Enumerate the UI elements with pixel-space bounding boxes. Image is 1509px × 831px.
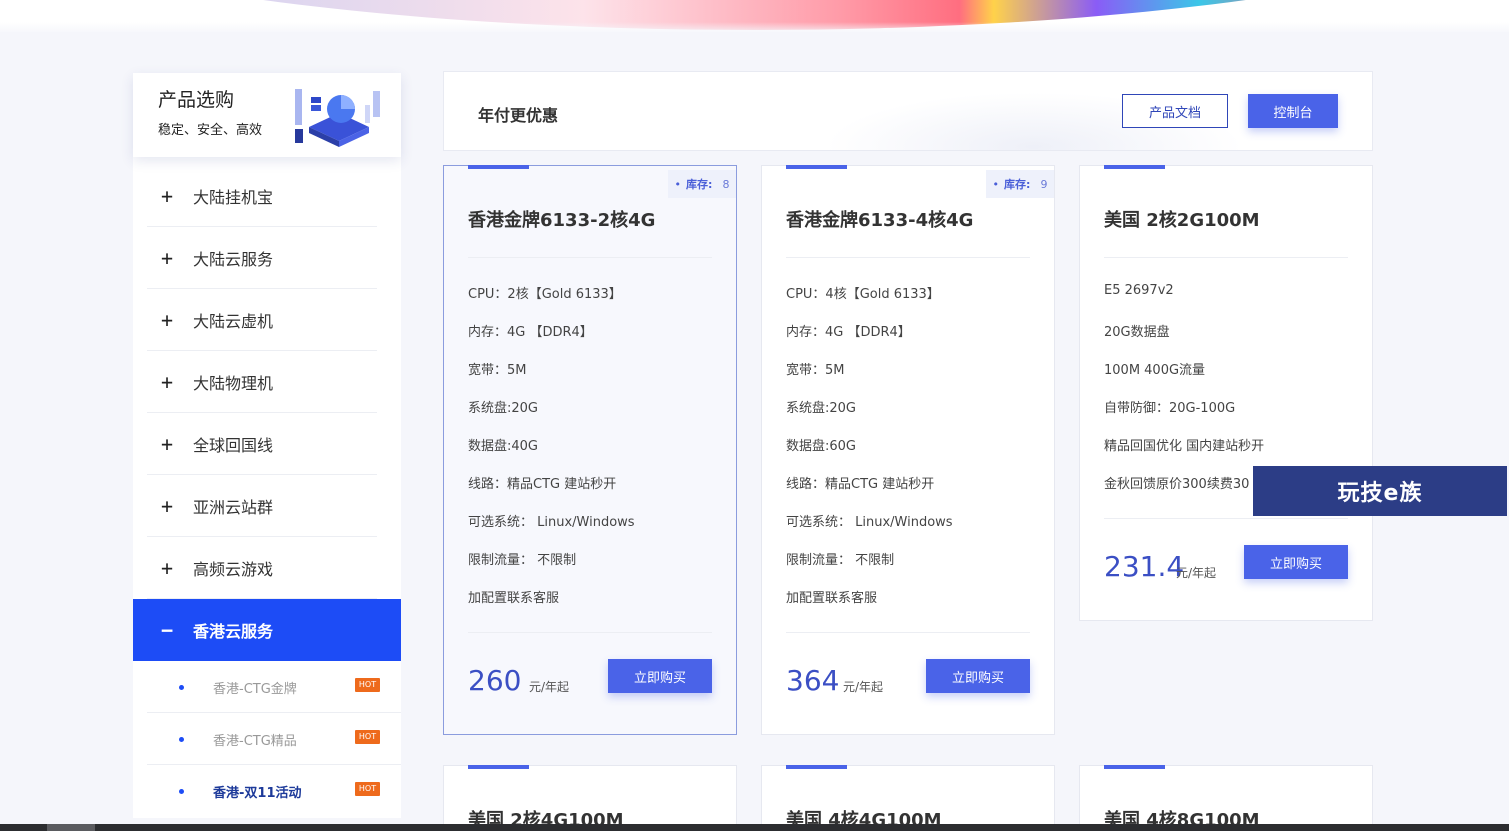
sidebar-item-label: 亚洲云站群 (193, 498, 274, 517)
product-sidebar: 产品选购 稳定、安全、高效 + 大陆挂机宝 + 大陆云服务 + 大陆云虚机 + … (133, 73, 401, 818)
sidebar-menu: + 大陆挂机宝 + 大陆云服务 + 大陆云虚机 + 大陆物理机 + 全球回国线 … (133, 165, 401, 817)
horizontal-scrollbar[interactable] (0, 824, 1509, 831)
spec-item: 加配置联系客服 (468, 591, 560, 606)
buy-now-button[interactable]: 立即购买 (926, 659, 1030, 693)
spec-item: 金秋回馈原价300续费30 (1104, 477, 1250, 492)
product-card: • 库存: 8 香港金牌6133-2核4G CPU：2核【Gold 6133】 内存… (443, 165, 737, 735)
spec-item: 宽带：5M (468, 363, 527, 378)
expand-icon: + (161, 246, 174, 270)
buy-now-button[interactable]: 立即购买 (608, 659, 712, 693)
sidebar-item-mainland-cloud[interactable]: + 大陆云服务 (133, 227, 401, 289)
product-card: 美国 4核8G100M (1079, 765, 1373, 831)
sidebar-item-mainland-hosting[interactable]: + 大陆挂机宝 (133, 165, 401, 227)
stock-count: 8 (722, 177, 730, 191)
sidebar-item-label: 大陆物理机 (193, 374, 274, 393)
sidebar-item-mainland-vhost[interactable]: + 大陆云虚机 (133, 289, 401, 351)
spec-item: 内存：4G 【DDR4】 (786, 325, 911, 340)
sidebar-subitem-hk-ctg-premium[interactable]: 香港-CTG精品 HOT (133, 713, 401, 765)
product-price: 260 (468, 664, 522, 697)
sidebar-subtitle: 稳定、安全、高效 (158, 123, 263, 138)
bullet-icon (179, 788, 184, 794)
sidebar-item-label: 大陆云虚机 (193, 312, 274, 331)
spec-item: 可选系统： Linux/Windows (468, 515, 635, 530)
sidebar-header: 产品选购 稳定、安全、高效 (133, 73, 401, 157)
expand-icon: + (161, 556, 174, 580)
stock-indicator: • 库存: 9 (986, 170, 1054, 198)
sidebar-subitem-hk-double11[interactable]: 香港-双11活动 HOT (133, 765, 401, 817)
sidebar-item-label: 大陆云服务 (193, 250, 274, 269)
sidebar-item-label: 大陆挂机宝 (193, 188, 274, 207)
section-header: 年付更优惠 产品文档 控制台 (443, 71, 1373, 151)
sidebar-item-mainland-physical[interactable]: + 大陆物理机 (133, 351, 401, 413)
sidebar-subitem-hk-ctg-gold[interactable]: 香港-CTG金牌 HOT (133, 661, 401, 713)
spec-item: 系统盘:20G (786, 401, 856, 416)
spec-item: E5 2697v2 (1104, 283, 1174, 298)
spec-item: 线路：精品CTG 建站秒开 (786, 477, 935, 492)
spec-item: 20G数据盘 (1104, 325, 1170, 340)
spec-item: 线路：精品CTG 建站秒开 (468, 477, 617, 492)
product-name: 香港金牌6133-2核4G (468, 210, 656, 231)
stock-indicator: • 库存: 8 (668, 170, 736, 198)
sidebar-item-asia-sites[interactable]: + 亚洲云站群 (133, 475, 401, 537)
buy-now-button[interactable]: 立即购买 (1244, 545, 1348, 579)
stock-count: 9 (1040, 177, 1048, 191)
sidebar-subitem-label: 香港-CTG金牌 (213, 681, 297, 697)
console-button[interactable]: 控制台 (1248, 94, 1338, 128)
sidebar-subitem-label: 香港-CTG精品 (213, 733, 297, 749)
product-docs-button[interactable]: 产品文档 (1122, 94, 1228, 128)
product-price: 364 (786, 664, 840, 697)
product-name: 美国 2核2G100M (1104, 210, 1260, 231)
spec-item: 自带防御：20G-100G (1104, 401, 1236, 416)
sidebar-subitem-label: 香港-双11活动 (213, 785, 302, 801)
spec-item: 100M 400G流量 (1104, 363, 1206, 378)
spec-item: CPU：2核【Gold 6133】 (468, 287, 622, 302)
expand-icon: + (161, 494, 174, 518)
spec-list: E5 2697v2 20G数据盘 100M 400G流量 自带防御：20G-10… (1104, 283, 1264, 511)
spec-item: 宽带：5M (786, 363, 845, 378)
server-illustration-icon (295, 89, 380, 147)
price-unit: 元/年起 (529, 680, 570, 694)
expand-icon: + (161, 432, 174, 456)
sidebar-item-game-cloud[interactable]: + 高频云游戏 (133, 537, 401, 599)
expand-icon: + (161, 308, 174, 332)
product-name: 香港金牌6133-4核4G (786, 210, 974, 231)
collapse-icon: − (161, 618, 174, 642)
hot-badge: HOT (355, 782, 380, 796)
sidebar-item-label: 全球回国线 (193, 436, 274, 455)
product-card: 美国 2核4G100M (443, 765, 737, 831)
bullet-icon (179, 736, 184, 742)
bullet-icon (179, 684, 184, 690)
spec-item: 可选系统： Linux/Windows (786, 515, 953, 530)
spec-item: CPU：4核【Gold 6133】 (786, 287, 940, 302)
price-unit: 元/年起 (843, 680, 884, 694)
section-title: 年付更优惠 (478, 106, 559, 125)
spec-item: 数据盘:40G (468, 439, 538, 454)
spec-item: 加配置联系客服 (786, 591, 878, 606)
watermark-logo: 玩技e族 (1253, 466, 1507, 516)
spec-list: CPU：2核【Gold 6133】 内存：4G 【DDR4】 宽带：5M 系统盘… (468, 283, 635, 625)
spec-list: CPU：4核【Gold 6133】 内存：4G 【DDR4】 宽带：5M 系统盘… (786, 283, 953, 625)
hot-badge: HOT (355, 678, 380, 692)
hot-badge: HOT (355, 730, 380, 744)
sidebar-item-hk-cloud[interactable]: − 香港云服务 (133, 599, 401, 661)
spec-item: 限制流量： 不限制 (786, 553, 895, 568)
expand-icon: + (161, 184, 174, 208)
scrollbar-thumb[interactable] (47, 824, 95, 831)
sidebar-item-label: 香港云服务 (193, 622, 274, 641)
product-card: 美国 4核4G100M (761, 765, 1055, 831)
sidebar-item-global-return[interactable]: + 全球回国线 (133, 413, 401, 475)
expand-icon: + (161, 370, 174, 394)
product-price: 231.4 (1104, 550, 1185, 583)
sidebar-title: 产品选购 (158, 89, 235, 111)
spec-item: 系统盘:20G (468, 401, 538, 416)
spec-item: 精品回国优化 国内建站秒开 (1104, 439, 1265, 454)
spec-item: 内存：4G 【DDR4】 (468, 325, 593, 340)
sidebar-item-label: 高频云游戏 (193, 560, 274, 579)
price-unit: 元/年起 (1176, 566, 1217, 580)
product-card: • 库存: 9 香港金牌6133-4核4G CPU：4核【Gold 6133】 内存… (761, 165, 1055, 735)
product-card: 美国 2核2G100M E5 2697v2 20G数据盘 100M 400G流量… (1079, 165, 1373, 621)
top-banner (0, 0, 1509, 32)
spec-item: 数据盘:60G (786, 439, 856, 454)
spec-item: 限制流量： 不限制 (468, 553, 577, 568)
